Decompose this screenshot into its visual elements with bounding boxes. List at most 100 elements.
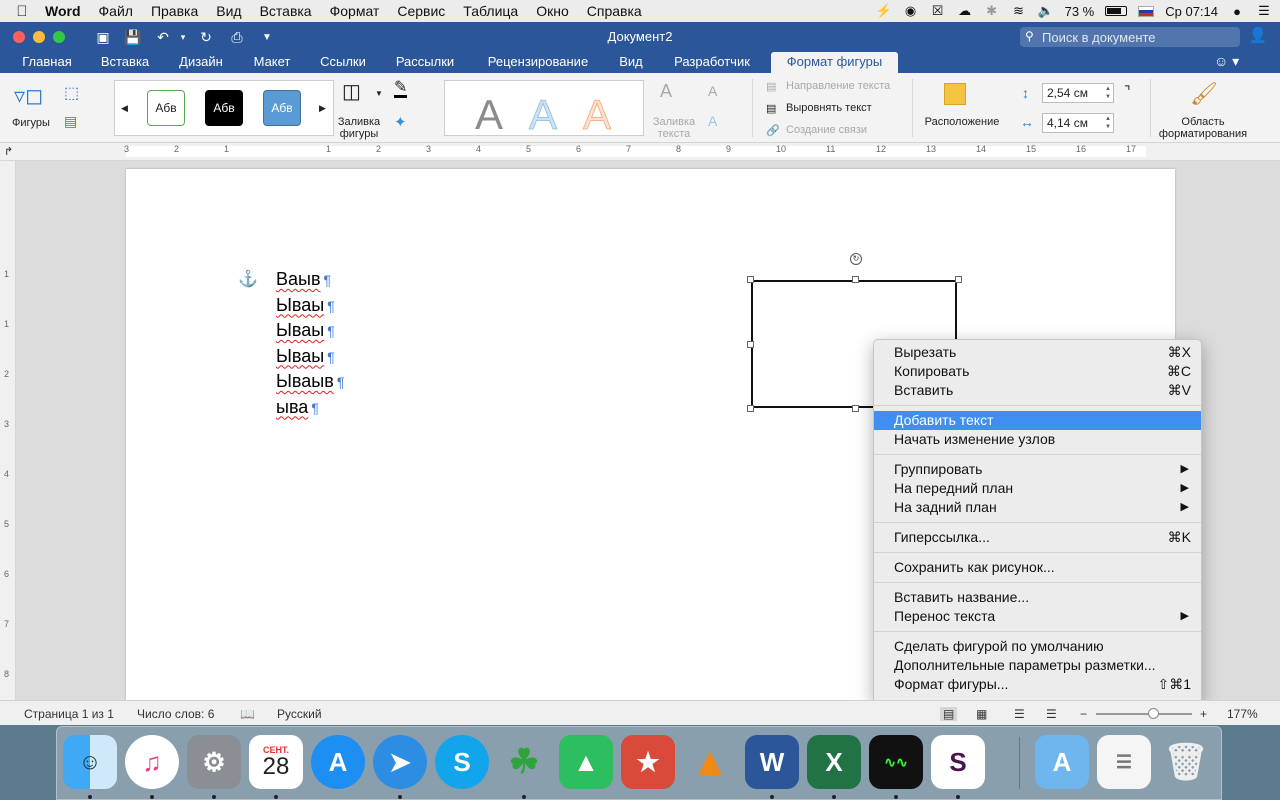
- resize-handle[interactable]: [852, 276, 859, 283]
- battery-icon[interactable]: [1105, 6, 1128, 16]
- zoom-in-button[interactable]: +: [1200, 707, 1207, 721]
- menu-format[interactable]: Формат: [321, 3, 389, 19]
- text-direction-label[interactable]: Направление текста: [786, 80, 890, 92]
- style-swatch-black[interactable]: Абв: [205, 90, 243, 126]
- lightning-icon[interactable]: ⚡: [876, 3, 892, 19]
- volume-icon[interactable]: 🔈: [1038, 3, 1054, 19]
- tab-design[interactable]: Дизайн: [168, 52, 234, 73]
- evernote-icon[interactable]: ▲: [559, 735, 613, 789]
- text-paragraph[interactable]: ыва ¶: [276, 397, 319, 418]
- proofing-icon[interactable]: 📖: [240, 707, 255, 721]
- format-pane-label[interactable]: Область форматирования: [1150, 116, 1256, 140]
- status-language[interactable]: Русский: [277, 707, 322, 721]
- tab-shape-format[interactable]: Формат фигуры: [771, 52, 898, 73]
- text-paragraph[interactable]: Ываы ¶: [276, 320, 335, 341]
- menu-file[interactable]: Файл: [90, 3, 142, 19]
- tab-insert[interactable]: Вставка: [90, 52, 160, 73]
- undo-icon[interactable]: ↶: [152, 27, 174, 47]
- customize-qat-icon[interactable]: ▼: [256, 27, 278, 47]
- gallery-prev-icon[interactable]: ◀: [121, 103, 128, 114]
- text-fill-icon[interactable]: A: [660, 81, 672, 102]
- tab-references[interactable]: Ссылки: [310, 52, 376, 73]
- app-store-icon[interactable]: A: [311, 735, 365, 789]
- rotate-handle-icon[interactable]: ↻: [850, 253, 862, 265]
- shape-styles-gallery[interactable]: ◀ Абв Абв Абв ▶: [114, 80, 334, 136]
- adium-icon[interactable]: ☘: [497, 735, 551, 789]
- close-window-button[interactable]: [13, 31, 25, 43]
- link-icon[interactable]: 🔗: [766, 124, 780, 137]
- wordart-blue-a[interactable]: A: [528, 91, 557, 139]
- sidebar-toggle-icon[interactable]: ▣: [92, 27, 114, 47]
- context-menu-item[interactable]: Перенос текста ▶: [874, 607, 1201, 626]
- text-paragraph[interactable]: Ываыв ¶: [276, 371, 344, 392]
- align-text-icon[interactable]: ▤: [766, 102, 776, 115]
- shapes-icon[interactable]: ▿◻: [14, 83, 43, 109]
- text-fill-label[interactable]: Заливка текста: [646, 116, 702, 140]
- context-menu-item[interactable]: Начать изменение узлов: [874, 430, 1201, 449]
- arrange-label[interactable]: Расположение: [918, 116, 1006, 128]
- arrange-icon[interactable]: [944, 83, 966, 105]
- finder-icon[interactable]: ☺: [63, 735, 117, 789]
- tab-view[interactable]: Вид: [610, 52, 652, 73]
- tab-home[interactable]: Главная: [12, 52, 82, 73]
- wordart-orange-a[interactable]: A: [582, 91, 611, 139]
- gallery-next-icon[interactable]: ▶: [319, 103, 326, 114]
- text-paragraph[interactable]: Ываы ¶: [276, 346, 335, 367]
- edit-shape-icon[interactable]: ⬚: [64, 83, 79, 103]
- documents-stack-icon[interactable]: ☰: [1097, 735, 1151, 789]
- shape-fill-label[interactable]: Заливка фигуры: [334, 116, 384, 140]
- status-words[interactable]: Число слов: 6: [137, 707, 214, 721]
- excel-icon[interactable]: X: [807, 735, 861, 789]
- wifi-icon[interactable]: ≋: [1011, 3, 1027, 19]
- menu-help[interactable]: Справка: [578, 3, 651, 19]
- tab-layout[interactable]: Макет: [242, 52, 302, 73]
- style-swatch-blue[interactable]: Абв: [263, 90, 301, 126]
- context-menu-item[interactable]: Сохранить как рисунок...: [874, 558, 1201, 577]
- height-stepper[interactable]: ▲ ▼: [1105, 85, 1111, 101]
- resize-handle[interactable]: [747, 276, 754, 283]
- context-menu-item[interactable]: На передний план ▶: [874, 479, 1201, 498]
- tab-mailings[interactable]: Рассылки: [384, 52, 466, 73]
- shape-outline-icon[interactable]: ✎: [394, 80, 408, 98]
- safari-icon[interactable]: ➤: [373, 735, 427, 789]
- resize-handle[interactable]: [747, 341, 754, 348]
- wunderlist-icon[interactable]: ★: [621, 735, 675, 789]
- vlc-icon[interactable]: ▲: [683, 735, 737, 789]
- context-menu-item[interactable]: На задний план ▶: [874, 498, 1201, 517]
- menu-table[interactable]: Таблица: [454, 3, 527, 19]
- tab-review[interactable]: Рецензирование: [474, 52, 602, 73]
- create-link-label[interactable]: Создание связи: [786, 124, 867, 136]
- outline-view-icon[interactable]: ☰: [1014, 707, 1025, 721]
- context-menu-item[interactable]: Вставить название...: [874, 588, 1201, 607]
- tab-selector-icon[interactable]: ↱: [4, 145, 13, 158]
- context-menu-item[interactable]: Дополнительные параметры разметки...: [874, 656, 1201, 675]
- apple-icon[interactable]: : [8, 3, 36, 20]
- menu-insert[interactable]: Вставка: [251, 3, 321, 19]
- shape-fill-icon[interactable]: ◫: [342, 79, 361, 104]
- system-preferences-icon[interactable]: ⚙: [187, 735, 241, 789]
- text-box-icon[interactable]: ▤: [64, 113, 77, 130]
- trash-icon[interactable]: 🗑: [1159, 735, 1213, 789]
- resize-handle[interactable]: [747, 405, 754, 412]
- zoom-slider-thumb[interactable]: [1148, 708, 1159, 719]
- anchor-icon[interactable]: ⚓: [238, 269, 258, 289]
- style-swatch-outline[interactable]: Абв: [147, 90, 185, 126]
- resize-handle[interactable]: [852, 405, 859, 412]
- shape-fill-dropdown-icon[interactable]: ▼: [375, 89, 383, 98]
- list-icon[interactable]: ☰: [1256, 3, 1272, 19]
- user-icon[interactable]: ●: [1229, 3, 1245, 19]
- context-menu-item[interactable]: Формат фигуры... ⇧⌘1: [874, 675, 1201, 694]
- height-input[interactable]: 2,54 см ▲ ▼: [1042, 83, 1114, 103]
- calendar-icon[interactable]: СЕНТ. 28: [249, 735, 303, 789]
- align-text-label[interactable]: Выровнять текст: [786, 102, 872, 114]
- wordart-gray-a[interactable]: A: [475, 91, 503, 139]
- context-menu-item[interactable]: Гиперссылка... ⌘K: [874, 528, 1201, 547]
- draft-view-icon[interactable]: ☰: [1046, 707, 1057, 721]
- format-pane-icon[interactable]: 🖌: [1190, 81, 1218, 107]
- flag-icon[interactable]: [1138, 5, 1155, 17]
- applications-folder-icon[interactable]: A: [1035, 735, 1089, 789]
- text-outline-icon[interactable]: A: [708, 83, 717, 99]
- bluetooth-icon[interactable]: ✱: [984, 3, 1000, 19]
- undo-dropdown-icon[interactable]: ▾: [172, 27, 194, 47]
- width-input[interactable]: 4,14 см ▲ ▼: [1042, 113, 1114, 133]
